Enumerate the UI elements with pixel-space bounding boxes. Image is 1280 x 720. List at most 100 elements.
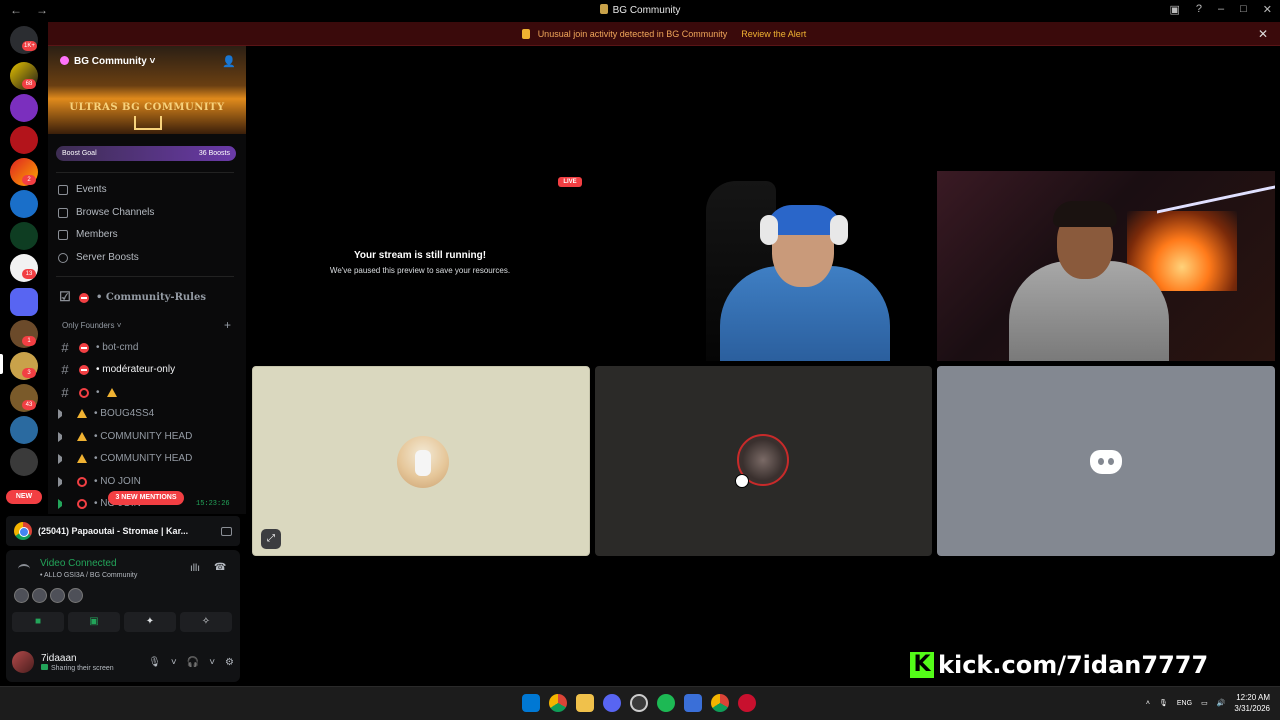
chevron-down-icon[interactable]: ˅ [171,657,177,668]
prohibited-icon [79,387,89,398]
webcam-feed-1[interactable] [694,171,934,361]
speaker-icon [58,431,70,442]
new-unreads-pill[interactable]: NEW [6,490,42,504]
server-icon-3[interactable] [10,126,38,154]
camera-button[interactable]: ■ [12,612,64,632]
nav-members[interactable]: Members [58,229,118,240]
chevron-down-icon[interactable]: ˅ [209,657,215,668]
user-controls: 🎙 ˅ 🎧 ˅ ⚙ [148,657,234,668]
speaker-icon [58,453,70,464]
server-banner[interactable]: BG Community ˅ 👤 ULTRAS BG COMMUNITY [48,46,246,134]
username: 7idaaan [41,652,77,664]
channel-bot-cmd[interactable]: # • bot-cmd [58,340,138,355]
active-server-pill [0,354,3,374]
inbox-icon[interactable]: ▣ [1169,3,1179,16]
invite-people-icon[interactable]: 👤 [222,55,236,68]
server-icon-5[interactable] [10,190,38,218]
taskbar-apps [522,694,756,712]
no-entry-icon [79,342,89,353]
discord-icon[interactable] [603,694,621,712]
nav-events[interactable]: Events [58,184,107,195]
minimize-icon[interactable]: – [1218,3,1224,16]
server-badge-8: 1 [22,336,36,346]
stop-stream-icon[interactable] [221,526,232,536]
server-icon-2[interactable] [10,94,38,122]
voice-channel-community-head[interactable]: • COMMUNITY HEAD [58,431,192,442]
participant-tile-3[interactable] [937,366,1275,556]
avatar[interactable] [68,588,83,603]
help-icon[interactable]: ? [1196,3,1202,16]
new-mentions-pill[interactable]: 3 NEW MENTIONS [108,491,184,505]
participant-tile-2[interactable] [595,366,932,556]
gear-icon[interactable]: ⚙ [225,657,234,668]
avatar[interactable] [32,588,47,603]
category-only-founders[interactable]: Only Founders ˅ [62,321,121,330]
paused-preview[interactable]: Your stream is still running! We've paus… [286,250,554,275]
network-icon[interactable]: ▭ [1201,699,1208,707]
channel-warning[interactable]: # • [58,385,117,400]
soundboard-button[interactable]: ✧ [180,612,232,632]
divider [56,172,234,173]
user-info[interactable]: 7idaaan Sharing their screen [41,653,114,672]
alert-text: Unusual join activity detected in BG Com… [537,28,728,39]
close-alert-icon[interactable]: ✕ [1258,27,1268,41]
server-icon [599,4,608,14]
voice-participants [14,588,83,603]
file-explorer-icon[interactable] [576,694,594,712]
activities-button[interactable]: ✦ [124,612,176,632]
warning-icon [106,388,117,397]
warning-icon [77,454,87,463]
start-icon[interactable] [522,694,540,712]
time: 12:20 AM [1236,693,1270,702]
boost-gem-icon [60,56,69,65]
server-name[interactable]: BG Community ˅ [60,56,155,67]
prohibited-icon [77,498,87,509]
avatar[interactable] [12,651,34,673]
webcam-feed-2[interactable] [937,171,1275,361]
signal-icon[interactable] [18,564,30,574]
server-icon-10[interactable] [10,416,38,444]
channel-community-rules[interactable]: ☑ • Community-Rules [58,290,206,305]
avatar[interactable] [14,588,29,603]
voice-channel-no-join[interactable]: • NO JOIN [58,476,141,487]
divider [56,276,234,277]
server-icon-11[interactable] [10,448,38,476]
screen-share-icon[interactable]: ⤢ [261,529,281,549]
headphones-icon[interactable]: 🎧 [187,657,199,668]
app-icon[interactable] [684,694,702,712]
voice-channel-path[interactable]: • ALLO GSI3A / BG Community [40,572,137,579]
boost-goal-bar[interactable]: Boost Goal 36 Boosts [56,146,236,161]
folder-icon[interactable] [10,288,38,316]
title-bar: ← → BG Community ▣ ? – □ ✕ [0,0,1280,22]
chrome-icon[interactable] [711,694,729,712]
maximize-icon[interactable]: □ [1240,3,1247,16]
chrome-icon[interactable] [549,694,567,712]
add-channel-icon[interactable]: + [224,318,231,332]
server-icon-6[interactable] [10,222,38,250]
voice-channel-community-head-2[interactable]: • COMMUNITY HEAD [58,453,192,464]
youtube-icon[interactable] [738,694,756,712]
prohibited-icon [77,476,87,487]
microphone-icon[interactable]: 🎙 [148,657,161,668]
chevron-up-icon[interactable]: ˄ [1146,700,1150,707]
microphone-icon[interactable]: 🎙 [1159,699,1168,707]
nav-server-boosts[interactable]: Server Boosts [58,252,139,263]
obs-icon[interactable] [630,694,648,712]
language-indicator[interactable]: ENG [1177,700,1192,707]
spotify-icon[interactable] [657,694,675,712]
participant-tile-1[interactable]: ⤢ [252,366,590,556]
voice-channel-boug4ss4[interactable]: • BOUG4SS4 [58,408,154,419]
voice-status[interactable]: Video Connected [40,558,117,569]
disconnect-icon[interactable]: ☎ [214,562,226,573]
close-window-icon[interactable]: ✕ [1263,3,1272,16]
volume-icon[interactable]: 🔊 [1217,699,1226,707]
avatar[interactable] [50,588,65,603]
activity-card[interactable]: (25041) Papaoutai - Stromae | Kar... [6,516,240,546]
screen-share-button[interactable]: ▣ [68,612,120,632]
boost-goal-label: Boost Goal [62,150,97,157]
clock[interactable]: 12:20 AM 3/31/2026 [1234,692,1270,714]
channel-moderateur-only[interactable]: # • modérateur-only [58,362,175,377]
review-alert-link[interactable]: Review the Alert [741,29,806,39]
noise-suppression-icon[interactable]: ıllı [190,563,200,574]
nav-browse-channels[interactable]: Browse Channels [58,207,154,218]
